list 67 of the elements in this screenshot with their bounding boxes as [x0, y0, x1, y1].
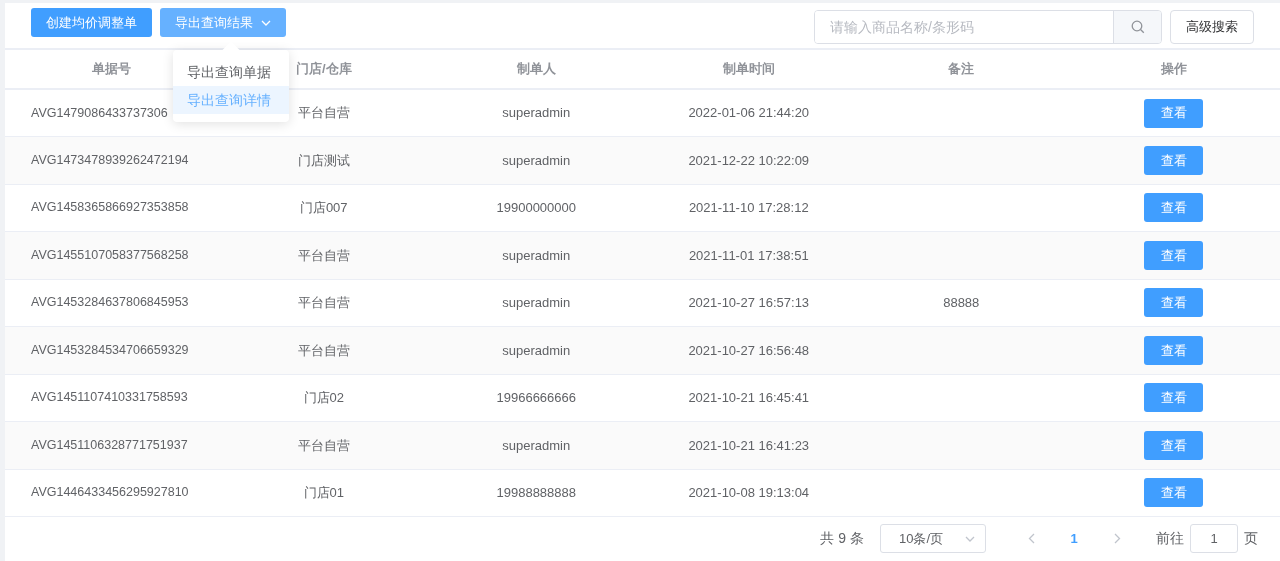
table-cell: superadmin [502, 437, 571, 453]
view-button[interactable]: 查看 [1144, 478, 1204, 508]
table-cell: 平台自营 [297, 247, 350, 263]
view-button[interactable]: 查看 [1144, 288, 1204, 318]
column-header: 制单人 [430, 49, 643, 89]
page-size-select[interactable]: 10条/页 [880, 524, 986, 553]
column-header: 备注 [855, 49, 1068, 89]
table-cell: AVG1479086433737306 [31, 105, 168, 120]
chevron-down-icon [965, 535, 975, 542]
view-button[interactable]: 查看 [1144, 240, 1204, 270]
column-header: 操作 [1067, 49, 1280, 89]
view-button[interactable]: 查看 [1144, 98, 1204, 128]
table-cell: 2021-10-27 16:56:48 [688, 342, 810, 358]
table-cell: 2021-11-10 17:28:12 [688, 200, 809, 215]
column-header: 制单时间 [642, 49, 855, 89]
table-cell: 19900000000 [496, 200, 576, 215]
view-button[interactable]: 查看 [1144, 193, 1204, 223]
table-cell: AVG1455107058377568258 [31, 247, 189, 262]
create-button[interactable]: 创建均价调整单 [31, 8, 152, 37]
table-cell: superadmin [502, 342, 571, 358]
view-button[interactable]: 查看 [1144, 430, 1204, 460]
table-cell: 平台自营 [297, 342, 350, 358]
table-cell: AVG1451107410331758593 [31, 390, 188, 405]
page-input[interactable]: 1 [1190, 524, 1238, 553]
table-cell: 19966666666 [496, 390, 576, 405]
table-cell: 2021-11-01 17:38:51 [688, 247, 809, 263]
table-cell: 2022-01-06 21:44:20 [688, 105, 810, 121]
chevron-down-icon [261, 19, 271, 26]
chevron-right-icon [1113, 533, 1121, 544]
view-button[interactable]: 查看 [1144, 383, 1204, 413]
table-cell: 门店测试 [297, 152, 350, 168]
table-cell: superadmin [502, 152, 571, 168]
table-cell: 2021-10-27 16:57:13 [688, 295, 810, 310]
table-cell: superadmin [502, 105, 571, 121]
page-suffix: 页 [1244, 529, 1258, 548]
search-button[interactable] [1113, 11, 1161, 43]
export-dropdown-button[interactable]: 导出查询结果 [160, 8, 286, 37]
table-cell: 门店007 [299, 200, 348, 215]
table-cell: 平台自营 [297, 105, 350, 121]
table-cell: AVG1453284637806845953 [31, 295, 189, 310]
view-button[interactable]: 查看 [1144, 145, 1204, 175]
table-cell: AVG1446433456295927810 [31, 485, 189, 500]
chevron-left-icon [1027, 533, 1035, 544]
table-cell: 88888 [943, 295, 980, 310]
table-cell: 平台自营 [297, 295, 350, 310]
table-cell: 2021-10-21 16:41:23 [688, 437, 810, 453]
table-cell: 19988888888 [496, 485, 576, 500]
table-cell: 2021-10-08 19:13:04 [688, 485, 810, 500]
table-cell: superadmin [502, 247, 571, 263]
goto-label: 前往 [1156, 529, 1184, 548]
table-cell: AVG1453284534706659329 [31, 342, 189, 357]
search-icon [1130, 20, 1145, 34]
table-cell: 2021-10-21 16:45:41 [688, 390, 810, 405]
advanced-search-button[interactable]: 高级搜索 [1170, 10, 1254, 44]
page-number[interactable]: 1 [1056, 527, 1092, 550]
view-button[interactable]: 查看 [1144, 335, 1204, 365]
table-cell: superadmin [502, 295, 571, 310]
table-cell: 门店02 [303, 390, 344, 405]
table-cell: 2021-12-22 10:22:09 [688, 152, 810, 168]
table-cell: 门店01 [303, 485, 344, 500]
menu-item[interactable]: 导出查询详情 [173, 86, 289, 114]
table-cell: AVG1473478939262472194 [31, 152, 189, 167]
table-cell: AVG1458365866927353858 [31, 200, 189, 215]
table-cell: AVG1451106328771751937 [31, 437, 188, 452]
search-field[interactable]: 请输入商品名称/条形码 [814, 10, 1162, 44]
table-cell: 平台自营 [297, 437, 350, 453]
total-count: 共 9 条 [820, 529, 864, 548]
